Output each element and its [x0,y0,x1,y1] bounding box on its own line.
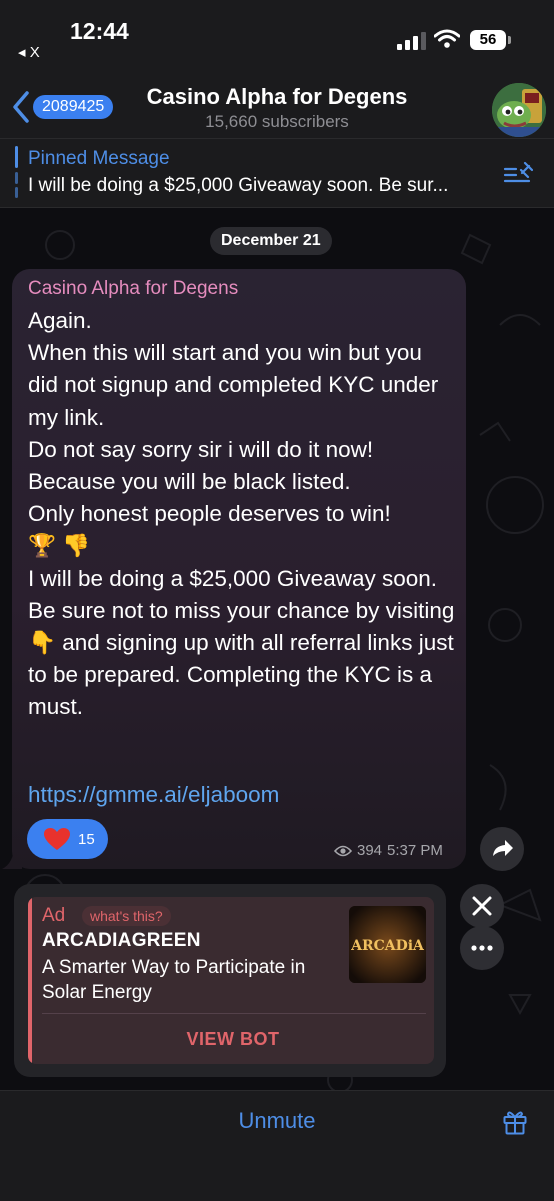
views-eye-icon [334,845,352,856]
message-time: 5:37 PM [387,842,443,859]
pinned-message-bar[interactable]: Pinned Message I will be doing a $25,000… [0,139,554,208]
ad-image[interactable]: ARCADiA [349,906,426,983]
channel-avatar[interactable] [492,83,546,137]
pinned-indicator-bar [15,146,18,198]
ad-image-logo-text: ARCADiA [350,938,425,954]
ad-description: A Smarter Way to Participate in Solar En… [42,957,306,1003]
sponsored-ad-content[interactable]: Ad what's this? ARCADIAGREEN A Smarter W… [28,897,434,1064]
cellular-signal-icon [397,32,426,50]
message-link[interactable]: https://gmme.ai/eljaboom [28,782,279,808]
channel-title[interactable]: Casino Alpha for Degens [0,84,554,110]
ad-more-button[interactable] [460,926,504,970]
share-button[interactable] [480,827,524,871]
wifi-icon [434,29,460,48]
ad-label: Ad [42,905,66,926]
gift-icon[interactable] [503,1109,527,1135]
battery-indicator: 56 [470,30,511,50]
subscriber-count: 15,660 subscribers [205,112,349,131]
message-line: Do not say sorry sir i will do it now! [28,436,374,462]
message-line: When this will start and you win but you… [28,340,439,430]
view-bot-button[interactable]: VIEW BOT [32,1014,434,1064]
more-dots-icon [471,945,493,951]
pinned-list-icon[interactable] [503,161,533,187]
back-to-app-link[interactable]: ◂ X [18,43,40,61]
close-icon [472,896,492,916]
message-line: Be sure not to miss your chance by visit… [28,597,455,720]
message-line: I will be doing a $25,000 Giveaway soon. [28,565,438,591]
status-bar: 12:44 ◂ X 56 [0,0,554,70]
message-line: Because you will be black listed. [28,469,351,495]
message-sender[interactable]: Casino Alpha for Degens [28,278,238,300]
message-line: Only honest people deserves to win! [28,501,391,527]
message-emoji-line: 🏆 👎 [28,533,91,559]
message-line: Again. [28,308,92,333]
reaction-count: 15 [78,831,95,848]
message-meta: 394 5:37 PM [334,842,443,859]
message-text: Again. When this will start and you win … [28,305,458,724]
status-time: 12:44 [70,18,129,44]
bottom-bar: Unmute [0,1090,554,1201]
chat-header: 2089425 Casino Alpha for Degens 15,660 s… [0,70,554,139]
pinned-title: Pinned Message [28,148,170,169]
ad-whats-this-button[interactable]: what's this? [82,906,171,926]
ad-close-button[interactable] [460,884,504,928]
date-separator: December 21 [210,227,332,255]
view-count: 394 [357,842,383,859]
share-arrow-icon [493,840,513,856]
heart-icon [44,828,70,850]
unmute-button[interactable]: Unmute [0,1108,554,1134]
pinned-text: I will be doing a $25,000 Giveaway soon.… [28,175,449,196]
ad-title: ARCADIAGREEN [42,930,201,951]
heart-reaction-button[interactable]: 15 [27,819,108,859]
